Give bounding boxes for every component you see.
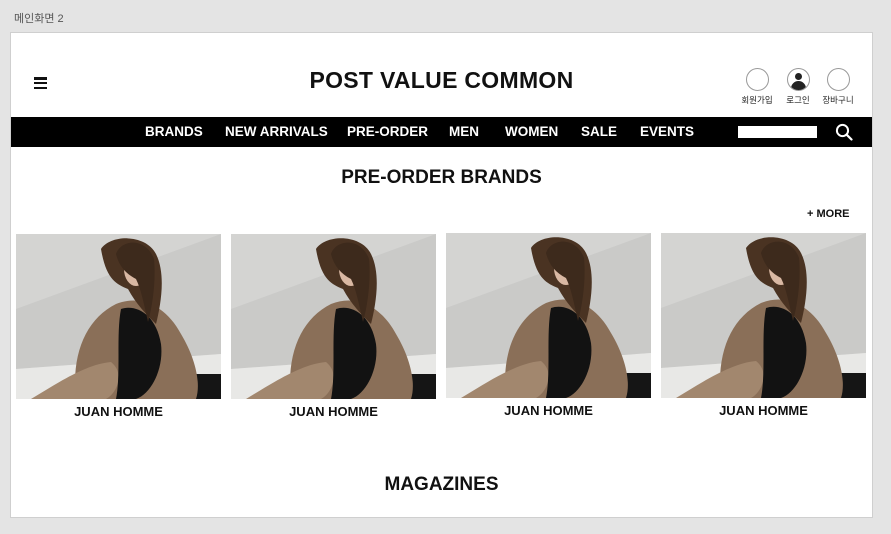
- nav-events[interactable]: EVENTS: [640, 117, 694, 147]
- magazines-section-title: MAGAZINES: [384, 474, 499, 495]
- product-card[interactable]: JUAN HOMME: [16, 234, 221, 419]
- main-nav: BRANDS NEW ARRIVALS PRE-ORDER MEN WOMEN …: [11, 117, 872, 147]
- login-label: 로그인: [786, 95, 810, 105]
- more-link[interactable]: + MORE: [807, 208, 849, 220]
- preorder-section-title: PRE-ORDER BRANDS: [341, 167, 542, 188]
- nav-men[interactable]: MEN: [449, 117, 479, 147]
- cart-button[interactable]: 장바구니: [816, 68, 860, 106]
- product-name: JUAN HOMME: [289, 404, 378, 419]
- signup-label: 회원가입: [741, 95, 773, 105]
- nav-women[interactable]: WOMEN: [505, 117, 558, 147]
- product-card[interactable]: JUAN HOMME: [446, 233, 651, 418]
- signup-button[interactable]: 회원가입: [735, 68, 779, 106]
- frame-label: 메인화면 2: [14, 13, 64, 25]
- product-name: JUAN HOMME: [504, 403, 593, 418]
- product-name: JUAN HOMME: [74, 404, 163, 419]
- nav-brands[interactable]: BRANDS: [145, 117, 203, 147]
- product-image: [16, 234, 221, 399]
- nav-new-arrivals[interactable]: NEW ARRIVALS: [225, 117, 328, 147]
- page-canvas: POST VALUE COMMON 회원가입 로그인 장바구니 BRANDS N…: [10, 32, 873, 518]
- nav-sale[interactable]: SALE: [581, 117, 617, 147]
- product-image: [231, 234, 436, 399]
- nav-pre-order[interactable]: PRE-ORDER: [347, 117, 428, 147]
- login-button[interactable]: 로그인: [776, 68, 820, 106]
- search-input[interactable]: [738, 126, 817, 138]
- search-icon[interactable]: [835, 123, 853, 141]
- product-card[interactable]: JUAN HOMME: [231, 234, 436, 419]
- signup-icon: [745, 68, 769, 91]
- product-image: [661, 233, 866, 398]
- product-image: [446, 233, 651, 398]
- user-icon: [786, 68, 810, 91]
- product-name: JUAN HOMME: [719, 403, 808, 418]
- cart-icon: [826, 68, 850, 91]
- cart-label: 장바구니: [822, 95, 854, 105]
- product-card[interactable]: JUAN HOMME: [661, 233, 866, 418]
